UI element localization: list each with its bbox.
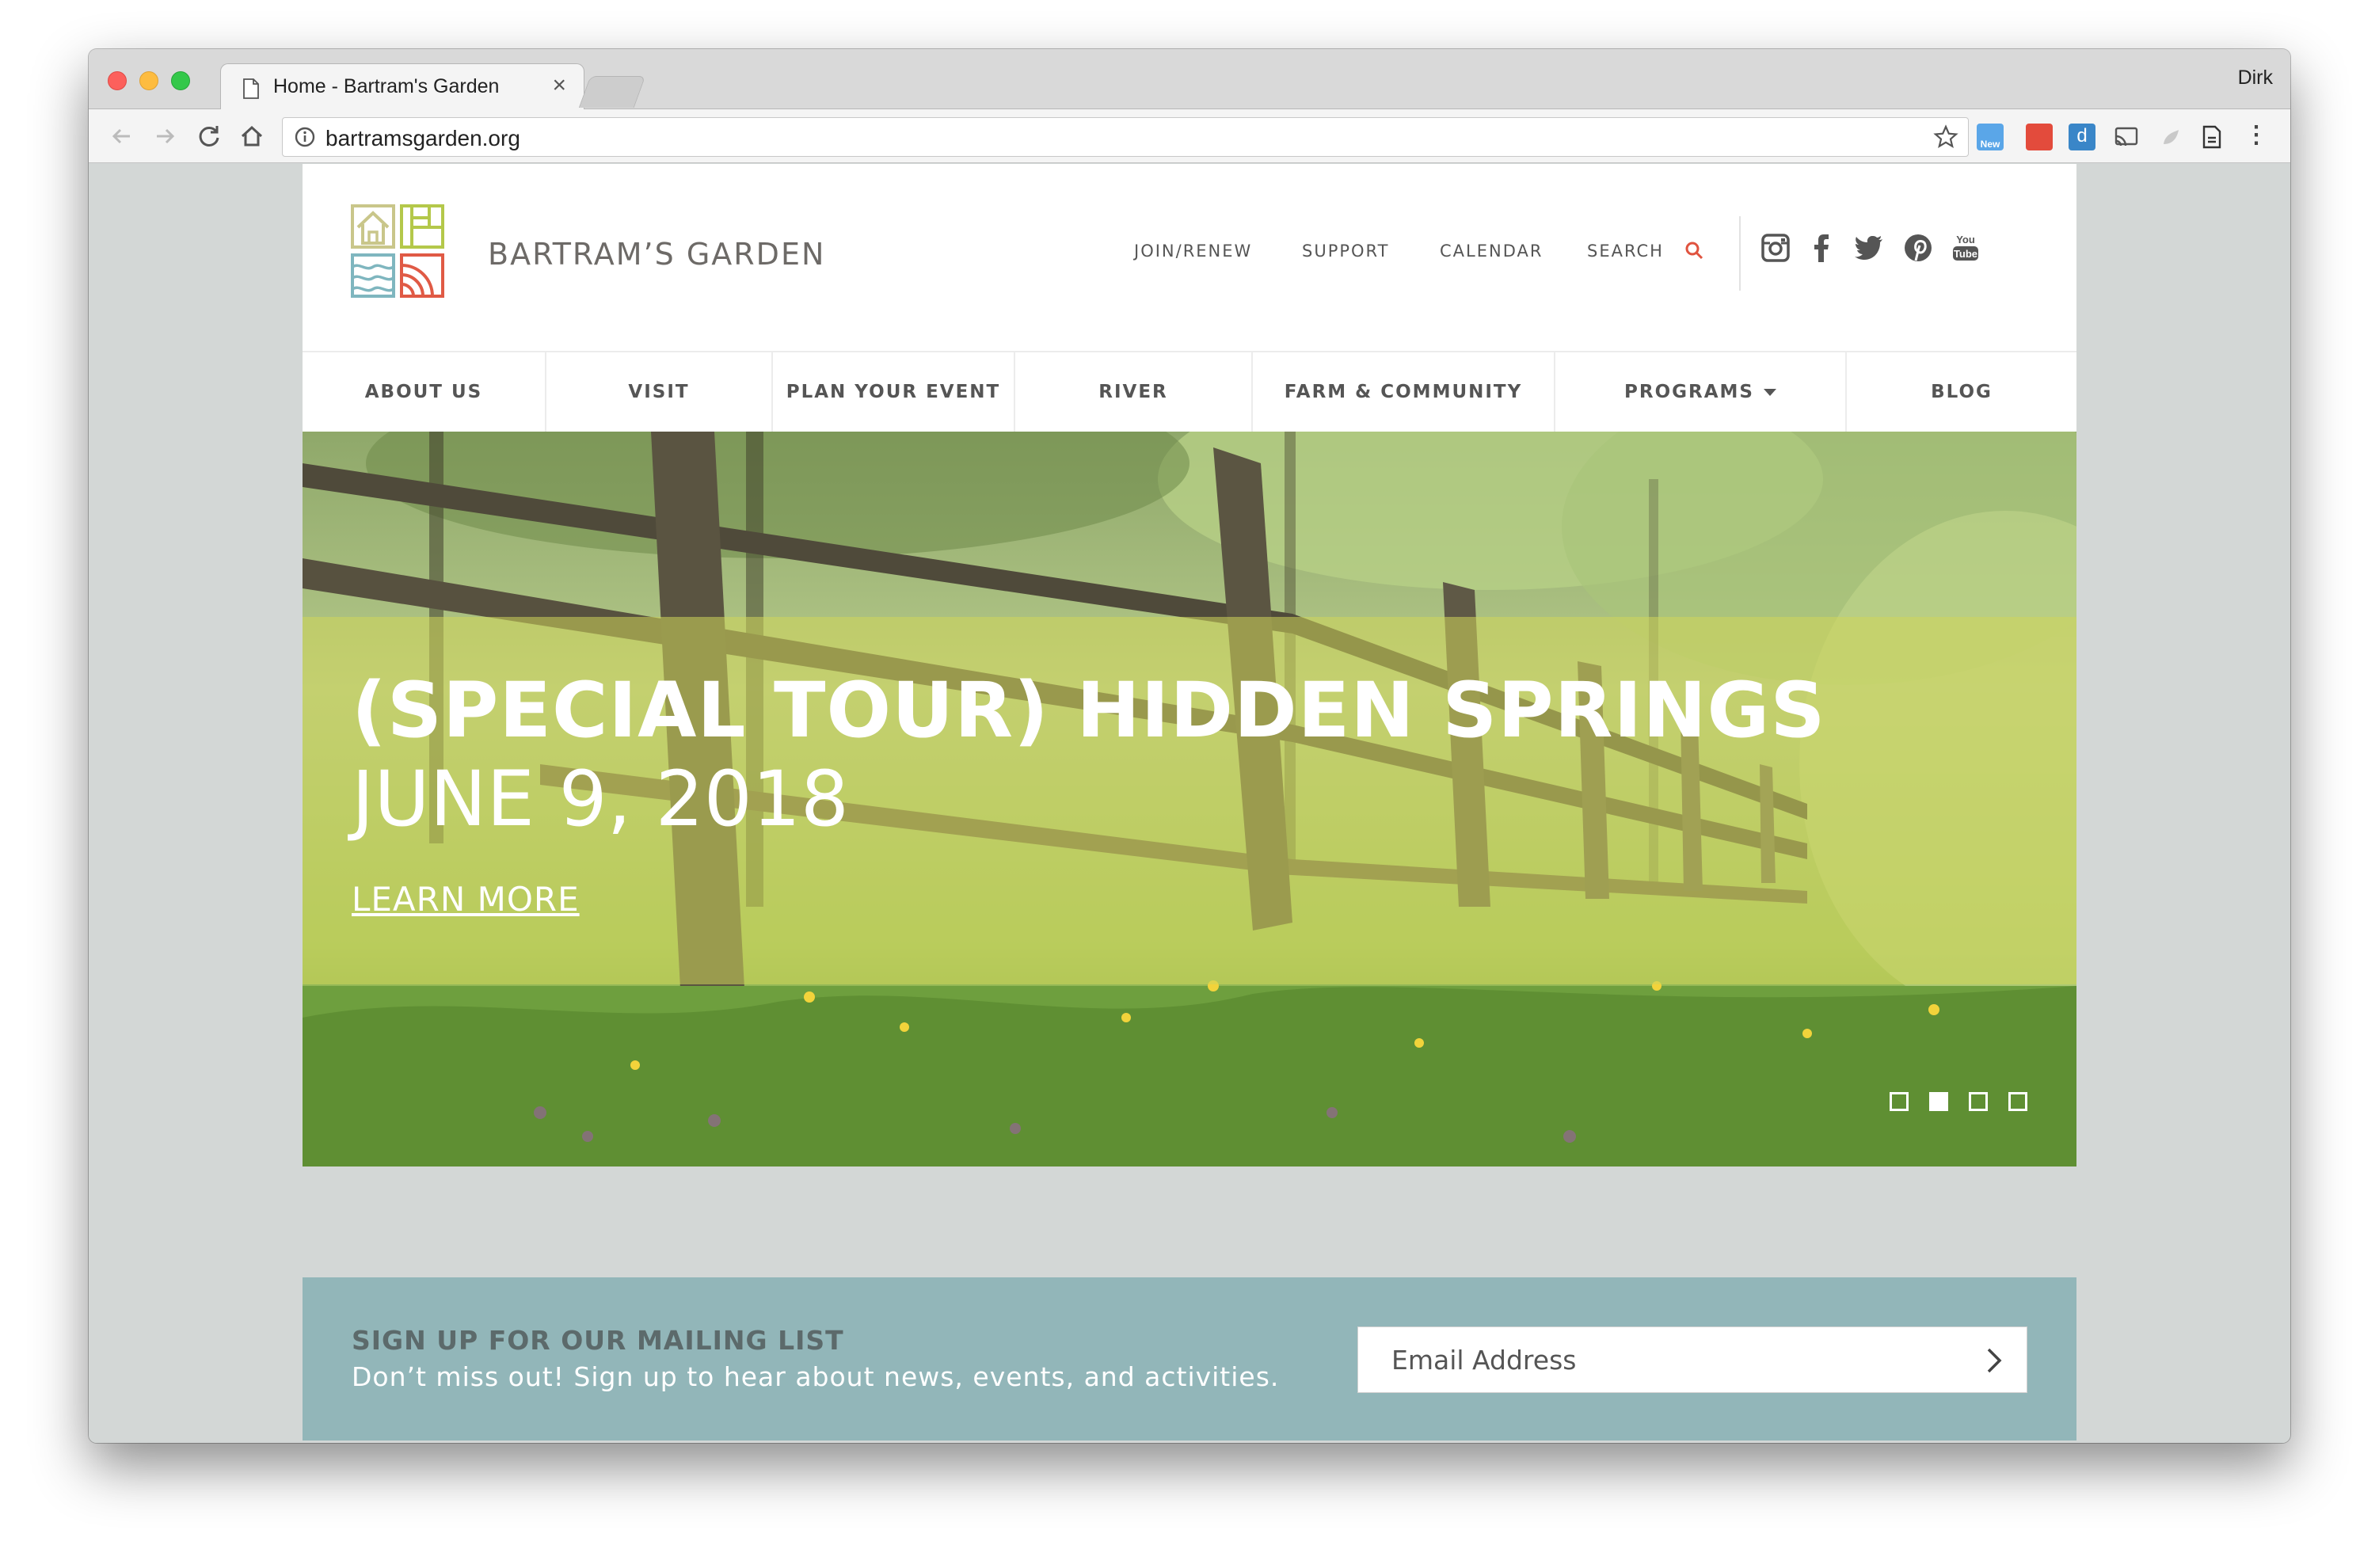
minimize-window-button[interactable] [139,71,158,90]
nav-item-label: PROGRAMS [1624,382,1754,402]
arrow-right-icon [157,128,175,144]
nav-item-label: ABOUT US [364,382,483,402]
nav-item-about-us[interactable]: ABOUT US [303,352,546,432]
reload-button[interactable] [193,120,225,152]
info-icon[interactable] [294,126,316,148]
url-text[interactable]: bartramsgarden.org [325,126,520,151]
search-link[interactable]: SEARCH [1587,242,1664,261]
new-tab-button[interactable] [578,76,646,108]
facebook-icon[interactable] [1806,232,1837,264]
join-renew-link[interactable]: JOIN/RENEW [1134,242,1252,261]
calendar-link[interactable]: CALENDAR [1440,242,1543,261]
email-input[interactable] [1358,1327,1960,1392]
nav-item-visit[interactable]: VISIT [546,352,773,432]
youtube-icon[interactable]: You Tube [1950,232,1981,264]
home-icon [241,125,263,147]
logo-text[interactable]: BARTRAM’S GARDEN [488,237,825,272]
page-icon [243,78,259,99]
slider-dot[interactable] [1890,1092,1909,1111]
nav-item-river[interactable]: RIVER [1015,352,1253,432]
tab-strip: Home - Bartram's Garden × Dirk [89,49,2290,111]
browser-window: Home - Bartram's Garden × Dirk bartramsg… [89,49,2290,1443]
cast-icon[interactable] [2113,124,2140,150]
caret-down-icon [1763,388,1776,396]
svg-text:You: You [1956,234,1975,245]
site-header: BARTRAM’S GARDEN JOIN/RENEW SUPPORT CALE… [303,164,2076,351]
nav-item-farm-community[interactable]: FARM & COMMUNITY [1253,352,1555,432]
instagram-icon[interactable] [1760,232,1791,264]
tab-close-button[interactable]: × [552,72,566,99]
tab-title: Home - Bartram's Garden [273,75,500,97]
mailing-title: SIGN UP FOR OUR MAILING LIST [352,1325,844,1356]
logo-mark-icon[interactable] [350,204,445,299]
browser-tab[interactable]: Home - Bartram's Garden × [220,63,584,111]
extension-gray-icon[interactable] [2157,124,2184,150]
mailing-list-signup: SIGN UP FOR OUR MAILING LIST Don’t miss … [303,1277,2076,1441]
extension-new-icon[interactable]: New [1977,124,2004,150]
forward-button[interactable] [149,120,181,152]
extension-red-icon[interactable] [2026,124,2053,150]
home-button[interactable] [236,120,268,152]
search-icon[interactable] [1684,240,1704,261]
page-viewport: BARTRAM’S GARDEN JOIN/RENEW SUPPORT CALE… [89,164,2290,1443]
pinterest-icon[interactable] [1902,232,1934,264]
main-nav: ABOUT US VISIT PLAN YOUR EVENT RIVER FAR… [303,351,2076,432]
slider-dot[interactable] [1969,1092,1988,1111]
nav-item-label: PLAN YOUR EVENT [786,382,1001,402]
arrow-left-icon [112,128,130,144]
bookmark-star-icon[interactable] [1933,124,1958,150]
reload-icon [199,126,219,147]
mailing-subtitle: Don’t miss out! Sign up to hear about ne… [352,1361,1280,1392]
slider-dots [1890,1092,2027,1111]
back-button[interactable] [106,120,138,152]
extension-doc-icon[interactable] [2198,124,2225,150]
hero-date: JUNE 9, 2018 [352,755,849,843]
nav-item-label: FARM & COMMUNITY [1284,382,1523,402]
close-window-button[interactable] [108,71,127,90]
nav-item-plan-your-event[interactable]: PLAN YOUR EVENT [773,352,1015,432]
hero-slider: (SPECIAL TOUR) HIDDEN SPRINGS JUNE 9, 20… [303,432,2076,1166]
site: BARTRAM’S GARDEN JOIN/RENEW SUPPORT CALE… [303,164,2076,1441]
email-form [1357,1326,2027,1393]
slider-dot-active[interactable] [1929,1092,1948,1111]
nav-item-label: RIVER [1098,382,1168,402]
support-link[interactable]: SUPPORT [1302,242,1389,261]
address-bar[interactable]: bartramsgarden.org [282,117,1969,157]
chevron-right-icon[interactable] [1977,1345,2009,1376]
nav-item-programs[interactable]: PROGRAMS [1555,352,1847,432]
hero-title: (SPECIAL TOUR) HIDDEN SPRINGS [352,666,1826,755]
svg-text:Tube: Tube [1954,248,1977,260]
nav-item-label: BLOG [1931,382,1993,402]
nav-item-label: VISIT [628,382,690,402]
browser-menu-button[interactable]: ⋮ [2243,124,2270,150]
nav-item-blog[interactable]: BLOG [1847,352,2076,432]
twitter-icon[interactable] [1853,232,1885,264]
extension-d-icon[interactable]: d [2069,124,2095,150]
slider-dot[interactable] [2008,1092,2027,1111]
browser-toolbar: bartramsgarden.org New d ⋮ [89,109,2290,163]
learn-more-link[interactable]: LEARN MORE [352,880,580,919]
header-divider [1739,216,1741,291]
maximize-window-button[interactable] [171,71,190,90]
profile-name[interactable]: Dirk [2238,67,2273,89]
